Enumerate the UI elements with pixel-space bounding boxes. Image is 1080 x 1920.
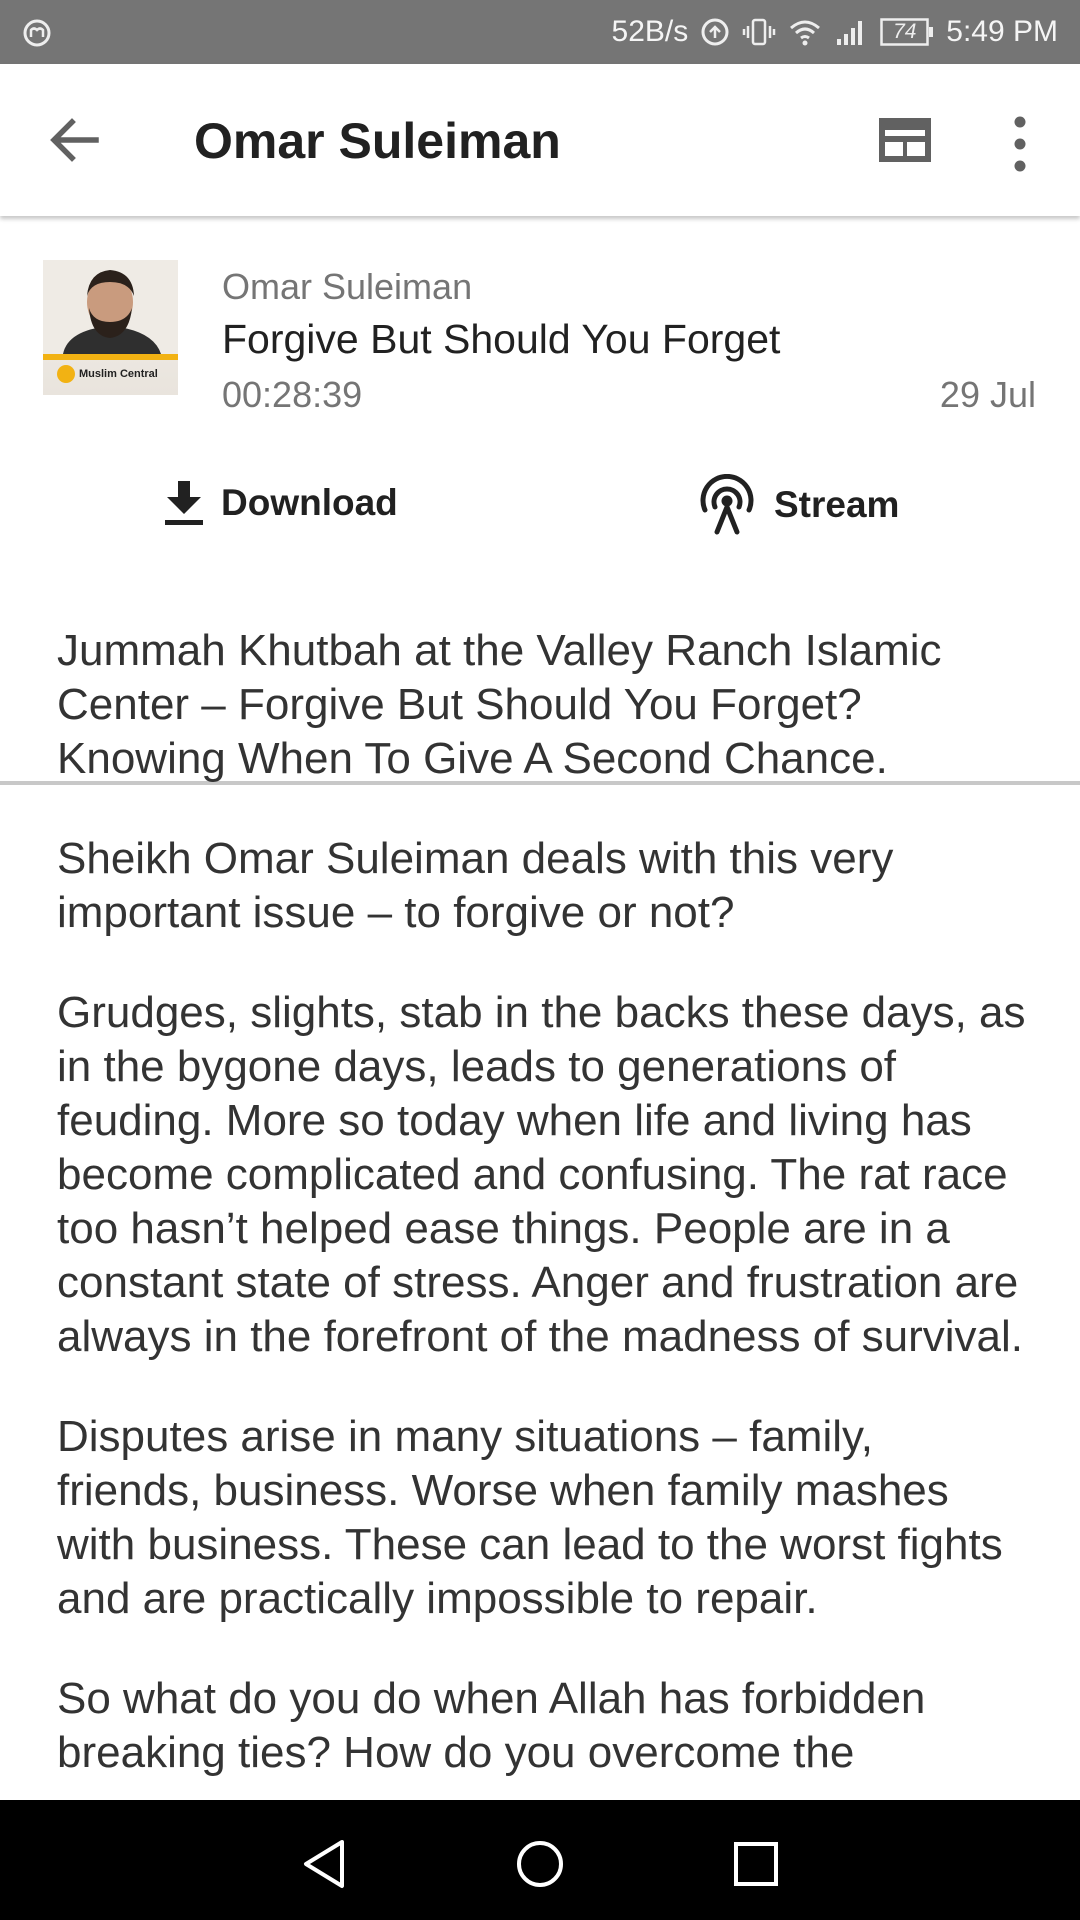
more-vert-icon[interactable] (1000, 114, 1040, 174)
thumbnail-accent-band (43, 354, 178, 360)
episode-duration: 00:28:39 (222, 374, 363, 415)
notification-app-icon (23, 19, 51, 47)
stream-button[interactable]: Stream (696, 470, 899, 540)
description-paragraph: Sheikh Omar Suleiman deals with this ver… (57, 834, 894, 937)
status-bar: 52B/s 74 5:49 PM (0, 0, 1080, 64)
episode-thumbnail: Muslim Central (43, 260, 178, 395)
episode-header: Muslim Central Omar Suleiman Forgive But… (0, 216, 1080, 785)
download-icon (165, 481, 203, 525)
nav-back-icon[interactable] (296, 1836, 352, 1892)
stream-label: Stream (774, 484, 900, 525)
brand-label: Muslim Central (79, 368, 158, 380)
thumbnail-brand: Muslim Central (57, 364, 177, 384)
battery-level: 74 (893, 20, 917, 43)
description-paragraph: Jummah Khutbah at the Valley Ranch Islam… (57, 626, 942, 783)
signal-icon (837, 21, 863, 45)
wifi-icon (790, 20, 821, 46)
data-saver-icon (701, 18, 729, 46)
vibrate-icon (743, 18, 776, 46)
layout-toggle-icon[interactable] (876, 114, 934, 166)
network-speed: 52B/s (611, 15, 689, 48)
nav-home-icon[interactable] (512, 1836, 568, 1892)
brand-logo-icon (57, 365, 75, 383)
download-button[interactable]: Download (163, 468, 398, 538)
episode-title: Forgive But Should You Forget (222, 316, 781, 362)
episode-description: Jummah Khutbah at the Valley Ranch Islam… (57, 624, 1027, 1826)
description-paragraph: Disputes arise in many situations – fami… (57, 1412, 1003, 1623)
description-paragraph: So what do you do when Allah has forbidd… (57, 1674, 926, 1777)
page-title: Omar Suleiman (194, 113, 561, 169)
status-indicators: 52B/s 74 5:49 PM (612, 0, 1058, 64)
podcast-stream-icon (700, 474, 754, 535)
system-nav-bar (0, 1800, 1080, 1920)
app-bar: Omar Suleiman (0, 64, 1080, 216)
nav-recents-icon[interactable] (728, 1836, 784, 1892)
episode-author: Omar Suleiman (222, 266, 473, 307)
description-paragraph: Grudges, slights, stab in the backs thes… (57, 988, 1026, 1361)
back-arrow-icon[interactable] (46, 114, 102, 166)
download-label: Download (221, 482, 398, 523)
battery-indicator: 74 (880, 18, 934, 46)
clock: 5:49 PM (946, 15, 1058, 48)
episode-date: 29 Jul (939, 374, 1036, 415)
